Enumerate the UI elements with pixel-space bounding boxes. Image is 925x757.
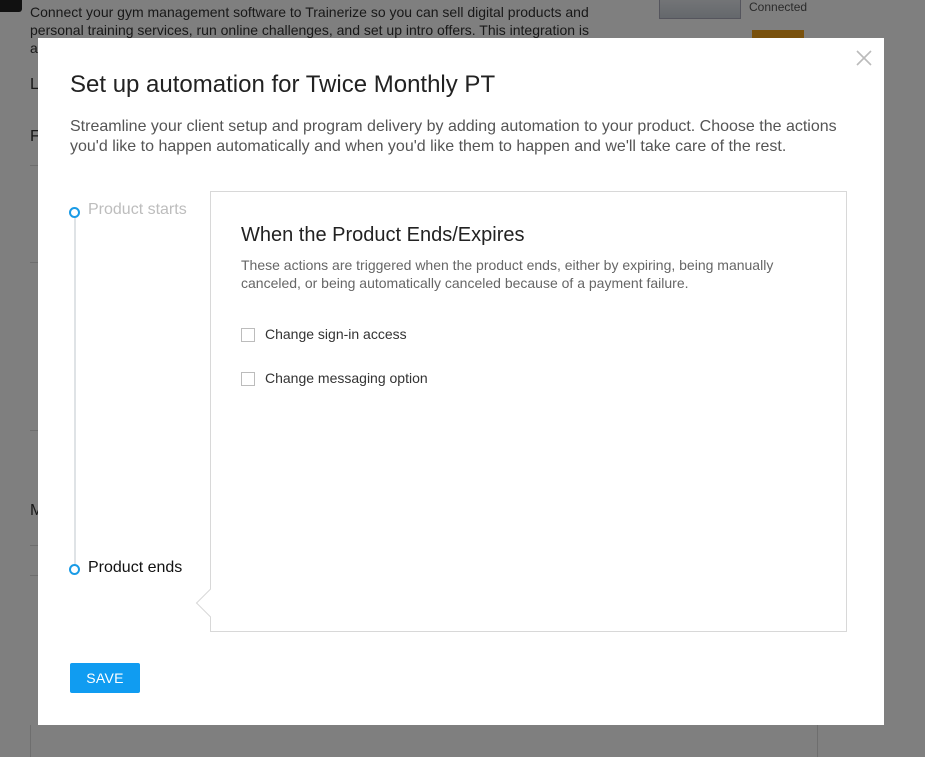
modal-description: Streamline your client setup and program… [70,118,837,155]
close-icon [856,50,872,66]
timeline-dot-start [69,207,80,218]
automation-panel: When the Product Ends/Expires These acti… [195,191,847,632]
messaging-option-checkbox[interactable] [241,372,255,386]
option-change-messaging-option[interactable]: Change messaging option [241,369,428,387]
panel-title: When the Product Ends/Expires [241,224,525,246]
sign-in-access-checkbox[interactable] [241,328,255,342]
panel-description: These actions are triggered when the pro… [241,257,774,291]
timeline-line [74,212,76,570]
close-button[interactable] [854,48,874,68]
step-product-ends[interactable]: Product ends [88,558,182,578]
modal-title: Set up automation for Twice Monthly PT [70,71,496,98]
save-button[interactable]: SAVE [70,663,140,693]
option-label: Change sign-in access [265,326,407,342]
option-label: Change messaging option [265,370,428,386]
timeline-dot-end [69,564,80,575]
automation-modal: Set up automation for Twice Monthly PT S… [38,38,884,725]
step-product-starts[interactable]: Product starts [88,200,187,220]
option-change-sign-in-access[interactable]: Change sign-in access [241,325,407,343]
